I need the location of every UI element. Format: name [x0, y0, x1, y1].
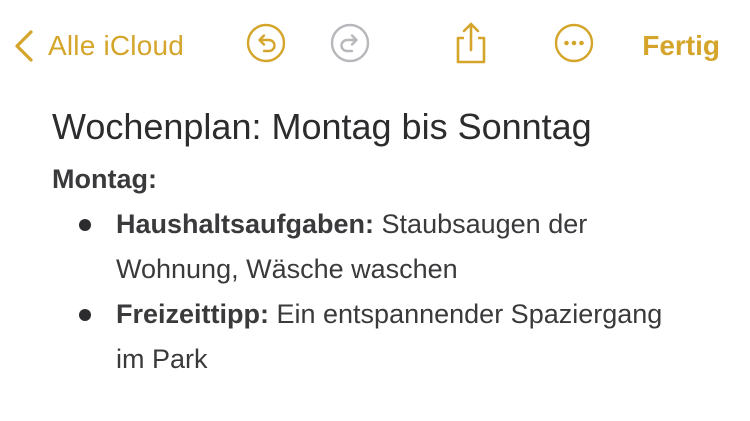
section-heading: Montag:: [52, 164, 157, 194]
more-options-button[interactable]: [554, 23, 594, 68]
bullet-list: Haushaltsaufgaben: Staubsaugen der Wohnu…: [52, 202, 732, 382]
back-button[interactable]: Alle iCloud: [14, 26, 184, 66]
undo-icon: [246, 23, 286, 68]
bullet-dot: [79, 219, 91, 231]
back-button-label: Alle iCloud: [48, 30, 185, 61]
undo-button[interactable]: [246, 23, 286, 68]
list-item-term: Haushaltsaufgaben:: [116, 209, 375, 239]
ellipsis-icon: [554, 23, 594, 68]
redo-button[interactable]: [330, 23, 370, 68]
chevron-left-icon: [14, 29, 34, 63]
share-icon: [450, 20, 492, 71]
share-button[interactable]: [450, 22, 492, 68]
navigation-toolbar: Alle iCloud Fertig: [0, 0, 750, 90]
bullet-dot: [79, 309, 91, 321]
done-button[interactable]: Fertig: [642, 30, 720, 62]
note-title: Wochenplan: Montag bis Sonntag: [52, 106, 592, 147]
list-item-term: Freizeittipp:: [116, 299, 269, 329]
list-item: Freizeittipp: Ein entspannender Spazierg…: [52, 292, 676, 382]
redo-icon: [330, 23, 370, 68]
list-item: Haushaltsaufgaben: Staubsaugen der Wohnu…: [52, 202, 676, 292]
note-body[interactable]: Wochenplan: Montag bis Sonntag Montag: H…: [52, 104, 732, 382]
